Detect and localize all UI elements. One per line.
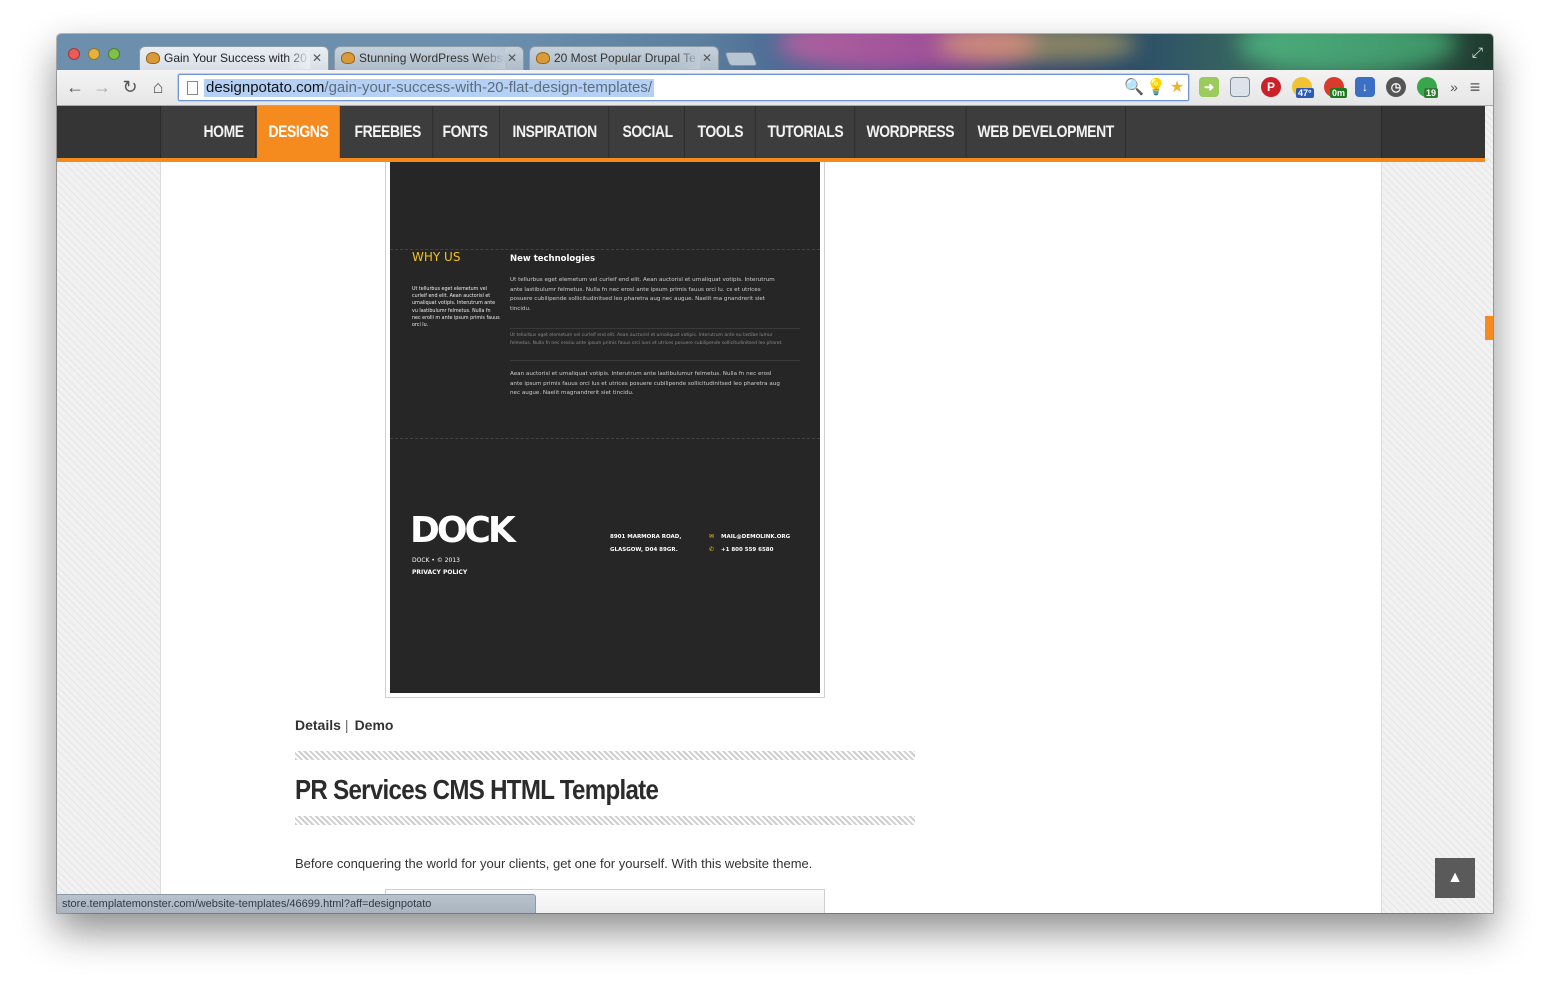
nav-item-wordpress[interactable]: WORDPRESS (855, 106, 967, 158)
tab-close-icon[interactable]: ✕ (312, 47, 322, 69)
content-column: QUIAT VOTIRIPTEERUTRUM AN EU LASTIBULUME… (160, 106, 1382, 913)
counter-badge: 19 (1424, 88, 1439, 98)
template-links: Details | Demo (295, 717, 393, 733)
preview-copyright: DOCK • © 2013 (412, 557, 460, 564)
new-technologies-title: New technologies (510, 254, 596, 264)
tab-close-icon[interactable]: ✕ (507, 47, 517, 69)
timer-badge: 0m (1330, 88, 1348, 98)
tab-active[interactable]: Gain Your Success with 20 ✕ (139, 46, 329, 70)
preview-phone: +1 800 559 6580 (721, 547, 774, 553)
clock-icon[interactable]: ◷ (1386, 77, 1406, 97)
nav-item-fonts[interactable]: FONTS (431, 106, 500, 158)
link-separator: | (344, 717, 349, 733)
url-text[interactable]: designpotato.com/gain-your-success-with-… (204, 79, 655, 97)
scroll-to-top-button[interactable]: ▲ (1435, 858, 1475, 898)
preview-address-line-1: 8901 MARMORA ROAD, (610, 534, 682, 540)
bookmark-star-icon[interactable]: ★ (1168, 79, 1186, 97)
reload-icon[interactable]: ↻ (119, 76, 141, 98)
site-favicon-icon (341, 52, 355, 64)
zoom-icon[interactable]: 🔍 (1124, 79, 1144, 97)
page-icon (187, 81, 198, 95)
hatch-divider (295, 751, 915, 760)
preview-email: MAIL@DEMOLINK.ORG (721, 534, 791, 540)
pinterest-icon[interactable]: P (1261, 77, 1281, 97)
minimize-window-button[interactable] (88, 48, 100, 60)
template-description: Before conquering the world for your cli… (295, 856, 813, 871)
site-favicon-icon (536, 52, 550, 64)
download-icon[interactable]: ↓ (1355, 77, 1375, 97)
nav-item-freebies[interactable]: FREEBIES (343, 106, 434, 158)
timer-extension-icon[interactable]: 0m (1324, 77, 1348, 98)
tech-divider (510, 328, 800, 329)
tech-paragraph-1: Ut tellurbus eget elemetum vel curleif e… (510, 277, 775, 312)
weather-badge: 47° (1296, 88, 1314, 98)
scrollbar-thumb[interactable] (1485, 316, 1493, 340)
preview-address-line-2: GLASGOW, D04 89GR. (610, 547, 678, 553)
home-icon[interactable]: ⌂ (147, 76, 169, 98)
counter-extension-icon[interactable]: 19 (1417, 77, 1439, 98)
menu-icon[interactable]: ≡ (1464, 76, 1486, 98)
site-favicon-icon (146, 52, 160, 64)
tech-paragraph-3: Aean auctorisl et urnaliquat votipis. In… (510, 371, 780, 396)
address-bar[interactable]: designpotato.com/gain-your-success-with-… (178, 74, 1189, 101)
window-extension-icon[interactable] (1230, 77, 1250, 97)
phone-icon: ✆ (709, 546, 715, 553)
nav-item-designs[interactable]: DESIGNS (257, 106, 341, 158)
tab-close-icon[interactable]: ✕ (702, 47, 712, 69)
status-bar-url: store.templatemonster.com/website-templa… (57, 894, 536, 913)
lightbulb-icon[interactable]: 💡 (1146, 79, 1166, 97)
nav-item-home[interactable]: HOME (192, 106, 256, 158)
browser-toolbar: ← → ↻ ⌂ designpotato.com/gain-your-succe… (57, 70, 1493, 106)
tech-paragraph-2: Ut tellurbus eget elemetum vel curleif e… (510, 333, 783, 346)
why-us-title: WHY US (412, 250, 461, 264)
browser-window: Gain Your Success with 20 ✕ Stunning Wor… (57, 34, 1493, 913)
template-preview-image[interactable]: QUIAT VOTIRIPTEERUTRUM AN EU LASTIBULUME… (390, 106, 820, 693)
zoom-window-button[interactable] (108, 48, 120, 60)
preview-divider (390, 438, 820, 439)
nav-item-social[interactable]: SOCIAL (611, 106, 685, 158)
weather-icon[interactable]: 47° (1292, 77, 1314, 98)
forward-arrow-icon[interactable]: → (91, 76, 113, 98)
details-link[interactable]: Details (295, 717, 341, 733)
tech-divider (510, 360, 800, 361)
why-us-text: Ut tellurbus eget elemetum vel curleif e… (412, 287, 500, 329)
template-title[interactable]: PR Services CMS HTML Template (295, 774, 659, 806)
back-arrow-icon[interactable]: ← (64, 76, 86, 98)
url-host: designpotato.com (206, 79, 325, 96)
url-path: /gain-your-success-with-20-flat-design-t… (324, 79, 653, 96)
nav-item-web-development[interactable]: WEB DEVELOPMENT (966, 106, 1127, 158)
send-to-icon[interactable]: ➜ (1199, 77, 1219, 97)
tab-title: 20 Most Popular Drupal Te (554, 51, 696, 65)
nav-item-tools[interactable]: TOOLS (686, 106, 756, 158)
dock-logo: DOCK (410, 510, 516, 551)
demo-link[interactable]: Demo (355, 717, 394, 733)
tab-inactive[interactable]: Stunning WordPress Websi ✕ (334, 46, 524, 70)
fullscreen-icon[interactable]: ⤢ (1472, 44, 1483, 61)
new-tab-button[interactable] (724, 52, 758, 66)
navbar-inner: HOME DESIGNS FREEBIES FONTS INSPIRATION SOCIA… (160, 106, 1382, 158)
tab-strip: Gain Your Success with 20 ✕ Stunning Wor… (57, 34, 1493, 70)
nav-item-inspiration[interactable]: INSPIRATION (501, 106, 610, 158)
hatch-divider (295, 816, 915, 825)
mail-icon: ✉ (709, 533, 715, 540)
nav-item-tutorials[interactable]: TUTORIALS (756, 106, 856, 158)
close-window-button[interactable] (68, 48, 80, 60)
site-navbar: HOME DESIGNS FREEBIES FONTS INSPIRATION SOCIA… (57, 106, 1485, 162)
preview-privacy-link: PRIVACY POLICY (412, 569, 468, 576)
extensions-overflow-icon[interactable]: » (1443, 76, 1465, 98)
page-viewport: QUIAT VOTIRIPTEERUTRUM AN EU LASTIBULUME… (57, 106, 1493, 913)
tab-inactive[interactable]: 20 Most Popular Drupal Te ✕ (529, 46, 719, 70)
